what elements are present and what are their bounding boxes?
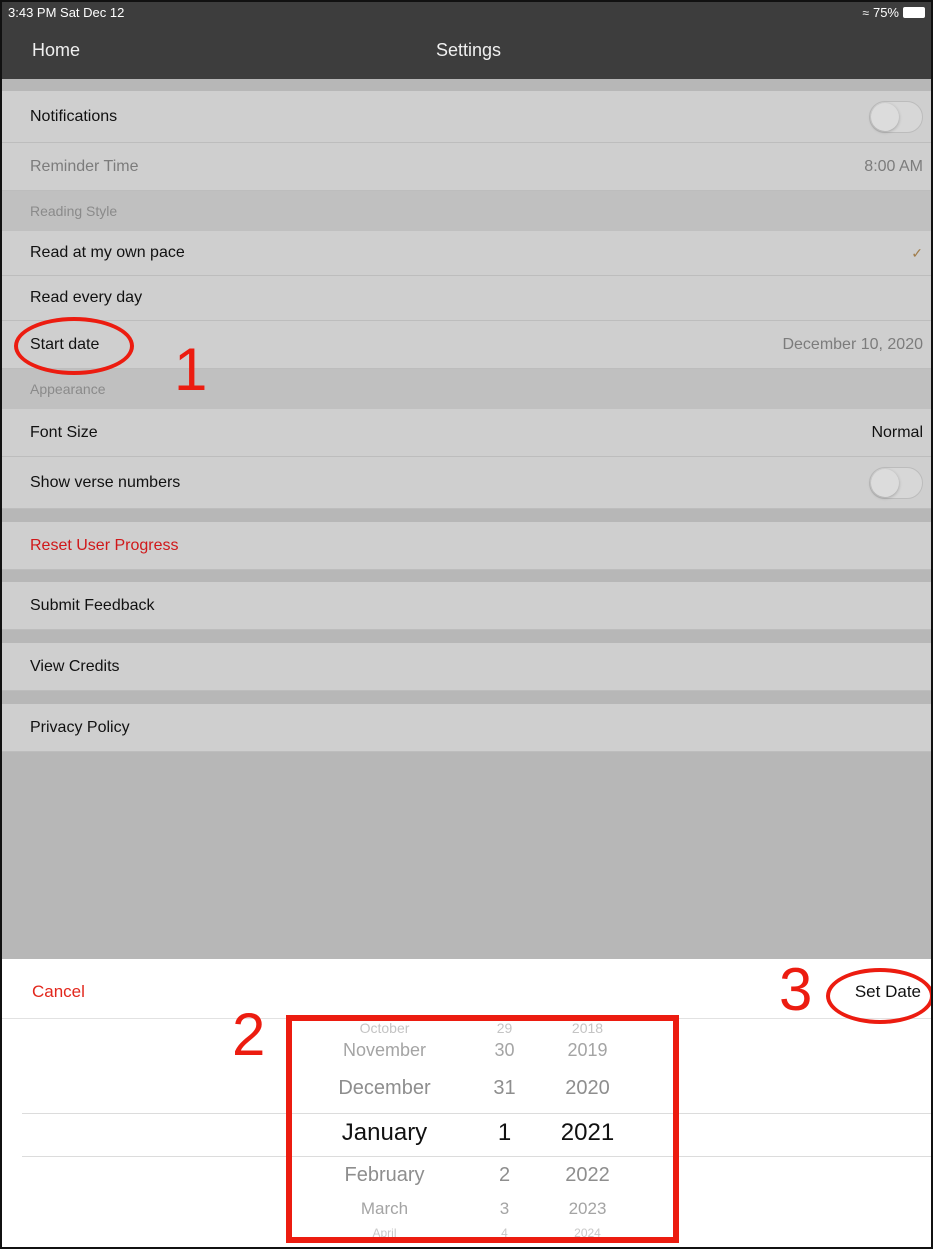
status-indicators: ≈ 75% bbox=[862, 5, 925, 20]
appearance-header: Appearance bbox=[2, 369, 931, 409]
font-size-label: Font Size bbox=[30, 423, 98, 441]
view-credits-row[interactable]: View Credits bbox=[2, 643, 931, 691]
navigation-bar: 3:43 PM Sat Dec 12 ≈ 75% Home Settings bbox=[2, 2, 931, 79]
submit-feedback-label: Submit Feedback bbox=[30, 596, 155, 614]
start-date-value: December 10, 2020 bbox=[782, 335, 923, 353]
every-day-label: Read every day bbox=[30, 289, 143, 306]
page-title: Settings bbox=[435, 40, 502, 60]
cancel-button[interactable]: Cancel bbox=[32, 982, 85, 1002]
show-verse-numbers-row[interactable]: Show verse numbers bbox=[2, 457, 931, 509]
font-size-row[interactable]: Font Size Normal bbox=[2, 409, 931, 457]
reading-style-header-label: Reading Style bbox=[30, 203, 118, 219]
notifications-label: Notifications bbox=[30, 107, 118, 125]
notifications-toggle[interactable] bbox=[869, 100, 923, 133]
wifi-icon: ≈ bbox=[862, 5, 869, 20]
reading-style-header: Reading Style bbox=[2, 191, 931, 231]
font-size-value: Normal bbox=[871, 423, 923, 441]
every-day-row[interactable]: Read every day bbox=[2, 276, 931, 321]
reminder-time-label: Reminder Time bbox=[30, 157, 139, 175]
settings-list: Notifications Reminder Time 8:00 AM Read… bbox=[2, 79, 931, 959]
battery-icon bbox=[903, 7, 925, 18]
app-window: 3:43 PM Sat Dec 12 ≈ 75% Home Settings N… bbox=[0, 0, 933, 1249]
reset-progress-row[interactable]: Reset User Progress bbox=[2, 522, 931, 570]
view-credits-label: View Credits bbox=[30, 657, 120, 675]
battery-percent: 75% bbox=[872, 5, 899, 20]
start-date-row[interactable]: Start date December 10, 2020 bbox=[2, 321, 931, 369]
reminder-time-row[interactable]: Reminder Time 8:00 AM bbox=[2, 143, 931, 191]
own-pace-row[interactable]: Read at my own pace ✓ bbox=[2, 231, 931, 276]
status-time: 3:43 PM Sat Dec 12 bbox=[8, 5, 125, 20]
annotation-circle-start-date bbox=[14, 317, 134, 375]
start-date-label: Start date bbox=[30, 335, 100, 353]
annotation-box-date-picker bbox=[286, 1015, 679, 1243]
reminder-time-value: 8:00 AM bbox=[864, 157, 923, 175]
privacy-policy-row[interactable]: Privacy Policy bbox=[2, 704, 931, 752]
show-verse-numbers-toggle[interactable] bbox=[869, 466, 923, 499]
checkmark-icon: ✓ bbox=[911, 244, 923, 261]
notifications-row[interactable]: Notifications bbox=[2, 91, 931, 143]
own-pace-label: Read at my own pace bbox=[30, 244, 185, 261]
reset-progress-label: Reset User Progress bbox=[30, 536, 179, 554]
appearance-header-label: Appearance bbox=[30, 381, 106, 397]
privacy-policy-label: Privacy Policy bbox=[30, 718, 130, 736]
annotation-circle-set-date bbox=[826, 968, 931, 1024]
annotation-number-1: 1 bbox=[174, 336, 208, 403]
annotation-number-2: 2 bbox=[232, 1001, 266, 1068]
submit-feedback-row[interactable]: Submit Feedback bbox=[2, 582, 931, 630]
show-verse-numbers-label: Show verse numbers bbox=[30, 473, 181, 491]
annotation-number-3: 3 bbox=[779, 956, 813, 1023]
